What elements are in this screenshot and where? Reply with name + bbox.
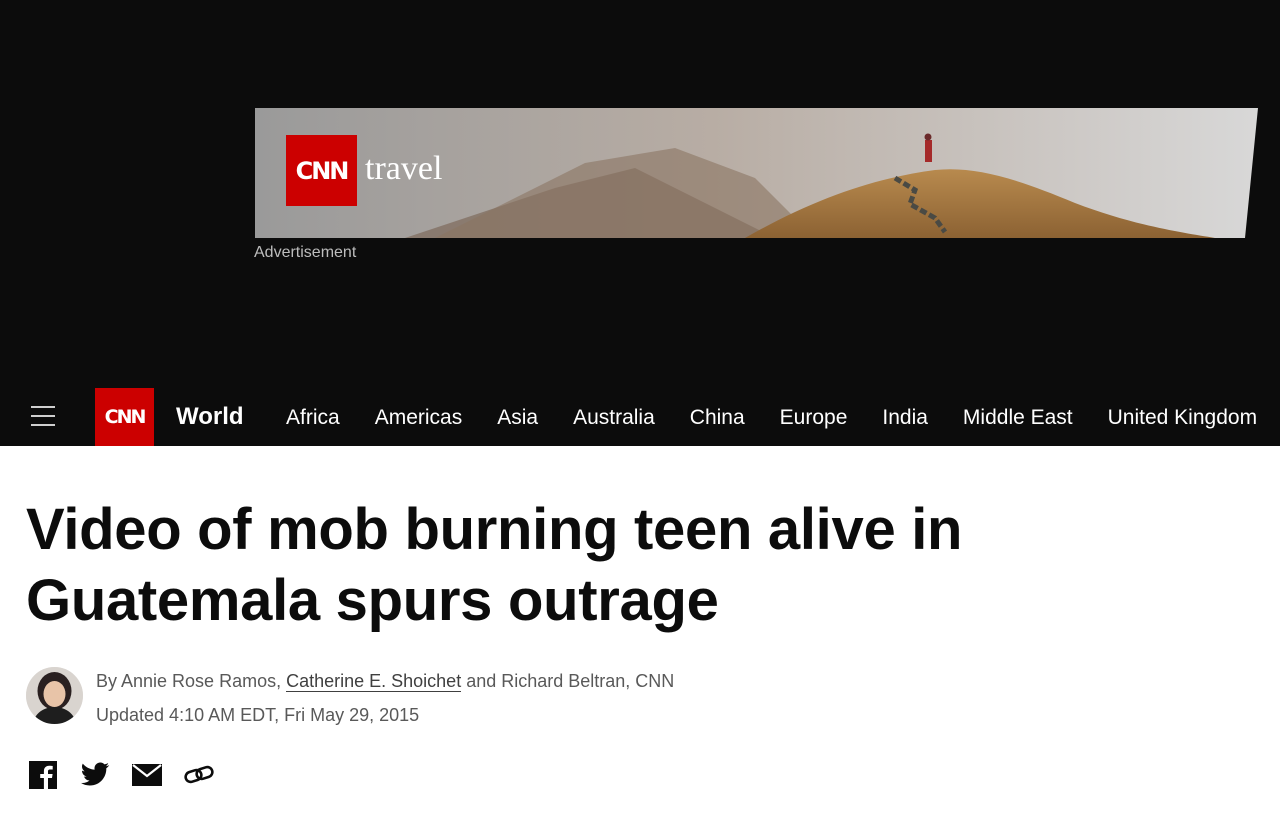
top-navigation: CNN World Africa Americas Asia Australia…: [0, 388, 1280, 446]
ad-cnn-logo: CNN: [286, 135, 357, 206]
ad-travel-wordmark: travel: [365, 150, 443, 187]
byline: By Annie Rose Ramos, Catherine E. Shoich…: [96, 669, 674, 693]
nav-link-middle-east[interactable]: Middle East: [963, 405, 1073, 430]
nav-link-india[interactable]: India: [882, 405, 928, 430]
nav-link-americas[interactable]: Americas: [375, 405, 463, 430]
byline-suffix: and Richard Beltran, CNN: [461, 671, 675, 691]
ad-zone: CNN travel Advertisement: [0, 0, 1280, 388]
ad-banner[interactable]: CNN travel: [255, 108, 1273, 238]
nav-link-europe[interactable]: Europe: [780, 405, 848, 430]
nav-link-united-kingdom[interactable]: United Kingdom: [1108, 405, 1257, 430]
nav-links: Africa Americas Asia Australia China Eur…: [286, 405, 1280, 430]
nav-link-asia[interactable]: Asia: [497, 405, 538, 430]
nav-link-africa[interactable]: Africa: [286, 405, 340, 430]
email-icon[interactable]: [132, 760, 162, 790]
article-headline: Video of mob burning teen alive in Guate…: [26, 497, 963, 633]
author-link[interactable]: Catherine E. Shoichet: [286, 671, 462, 692]
twitter-icon[interactable]: [80, 760, 110, 790]
nav-link-australia[interactable]: Australia: [573, 405, 655, 430]
nav-link-china[interactable]: China: [690, 405, 745, 430]
updated-timestamp: Updated 4:10 AM EDT, Fri May 29, 2015: [96, 705, 420, 725]
cnn-logo[interactable]: CNN: [95, 388, 154, 446]
menu-icon[interactable]: [31, 406, 55, 428]
link-icon[interactable]: [184, 760, 214, 790]
section-title-world[interactable]: World: [176, 403, 244, 431]
facebook-icon[interactable]: [28, 760, 58, 790]
share-bar: [28, 760, 236, 790]
byline-prefix: By Annie Rose Ramos,: [96, 671, 287, 691]
author-avatar: [26, 667, 83, 724]
advertisement-label: Advertisement: [254, 244, 357, 261]
